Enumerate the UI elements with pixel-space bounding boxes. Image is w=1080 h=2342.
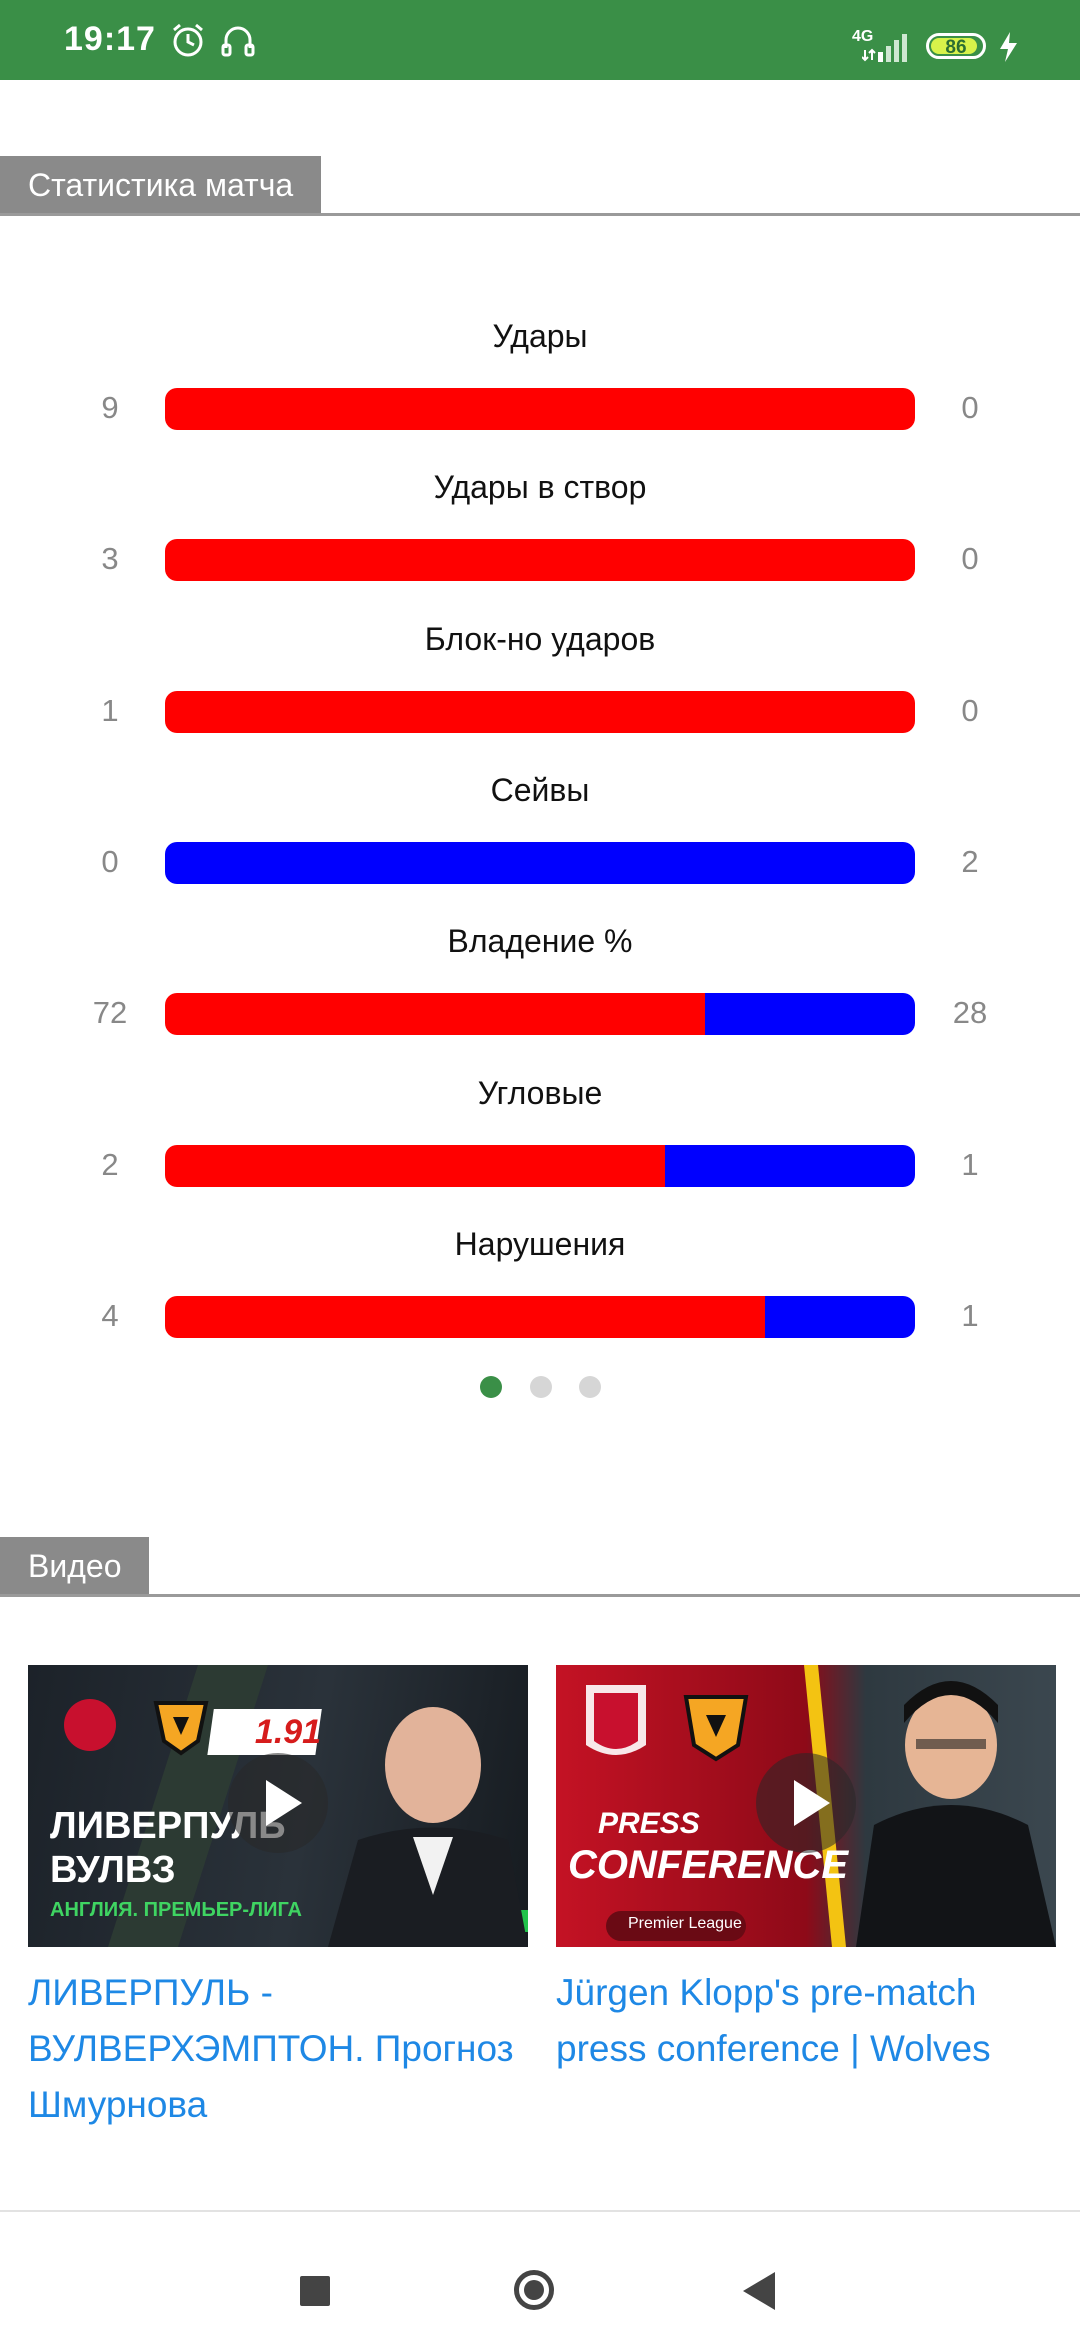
stat-away-value: 0 [961,692,979,728]
stat-bar-home [165,1295,765,1338]
stat-label: Сейвы [490,771,590,808]
stat-bar-away [665,1144,915,1187]
stat-bar-home [165,1144,665,1187]
stat-bar [165,993,915,1036]
stat-bar-away [765,1295,915,1338]
stat-home-value: 9 [101,390,119,425]
stat-bar-home [165,539,915,582]
video-title-2[interactable]: Jürgen Klopp's pre-match press conferenc… [556,1965,1076,2077]
thumb-line-3: Premier League [628,1915,742,1932]
alarm-icon [168,20,208,65]
stats-pager[interactable] [0,1376,1080,1400]
stat-home-value: 1 [101,692,119,728]
stat-bar-home [165,690,915,733]
video-section-title: Видео [0,1537,150,1595]
pager-dot-3[interactable] [579,1376,601,1398]
stat-label: Блок-но ударов [424,620,656,657]
home-button[interactable] [514,2270,554,2310]
stat-away-value: 0 [961,541,979,577]
stat-label: Нарушения [454,1225,626,1262]
stat-bar [165,539,915,582]
pager-dot-1[interactable] [480,1376,502,1398]
video-section-header: Видео [0,1537,1080,1597]
stat-label: Удары в створ [433,469,647,506]
video-card-2[interactable]: PRESS CONFERENCE Premier League Jürgen K… [556,1665,1056,2069]
thumb-line-2: ВУЛВЗ [50,1849,176,1891]
stat-home-value: 72 [92,995,128,1031]
stat-away-value: 1 [961,1146,979,1182]
play-icon[interactable] [756,1753,856,1853]
thumb-line-1: PRESS [598,1807,700,1840]
stat-bar [165,388,915,430]
battery-icon: 86 [926,33,986,59]
stat-bar-away [165,841,915,884]
stat-label: Владение % [447,923,633,960]
status-bar: 19:17 4G 86 [0,0,1080,80]
divider [0,213,1080,216]
recents-button[interactable] [300,2276,330,2306]
back-button[interactable] [743,2272,775,2310]
thumb-line-3: АНГЛИЯ. ПРЕМЬЕР-ЛИГА [50,1899,302,1921]
stat-label: Удары [492,318,588,354]
stat-away-value: 0 [961,390,979,425]
stats-section-title: Статистика матча [0,156,322,214]
status-time: 19:17 [64,20,156,58]
charging-icon [996,30,1020,69]
stat-bar [165,690,915,733]
stat-away-value: 1 [961,1297,979,1333]
stat-bar-home [165,993,705,1036]
stat-bar-home [165,388,915,430]
video-thumbnail-1[interactable]: 1.91 ЛИВЕРПУЛЬ ВУЛВЗ АНГЛИЯ. ПРЕМЬЕР-ЛИГ… [28,1665,528,1947]
stat-bar-away [705,993,915,1036]
stat-label: Угловые [477,1074,603,1111]
stat-away-value: 28 [952,995,988,1031]
stat-home-value: 0 [101,843,119,879]
stat-away-value: 2 [961,843,979,879]
stat-bar [165,841,915,884]
pager-dot-2[interactable] [530,1376,552,1398]
headset-icon [218,20,258,65]
play-icon[interactable] [228,1753,328,1853]
stat-home-value: 4 [101,1297,119,1333]
battery-level: 86 [945,37,967,58]
stat-home-value: 3 [101,541,119,577]
stat-bar [165,1295,915,1338]
video-title-1[interactable]: ЛИВЕРПУЛЬ - ВУЛВЕРХЭМПТОН. Прогноз Шмурн… [28,1965,548,2133]
video-thumbnail-2[interactable]: PRESS CONFERENCE Premier League [556,1665,1056,1947]
signal-icon [861,30,912,69]
stat-bar [165,1144,915,1187]
stat-home-value: 2 [101,1146,119,1182]
divider [0,1594,1080,1597]
thumb-odds: 1.91 [254,1713,322,1751]
stats-section-header: Статистика матча [0,156,1080,216]
video-card-1[interactable]: 1.91 ЛИВЕРПУЛЬ ВУЛВЗ АНГЛИЯ. ПРЕМЬЕР-ЛИГ… [28,1665,528,2125]
navigation-bar [0,2210,1080,2342]
